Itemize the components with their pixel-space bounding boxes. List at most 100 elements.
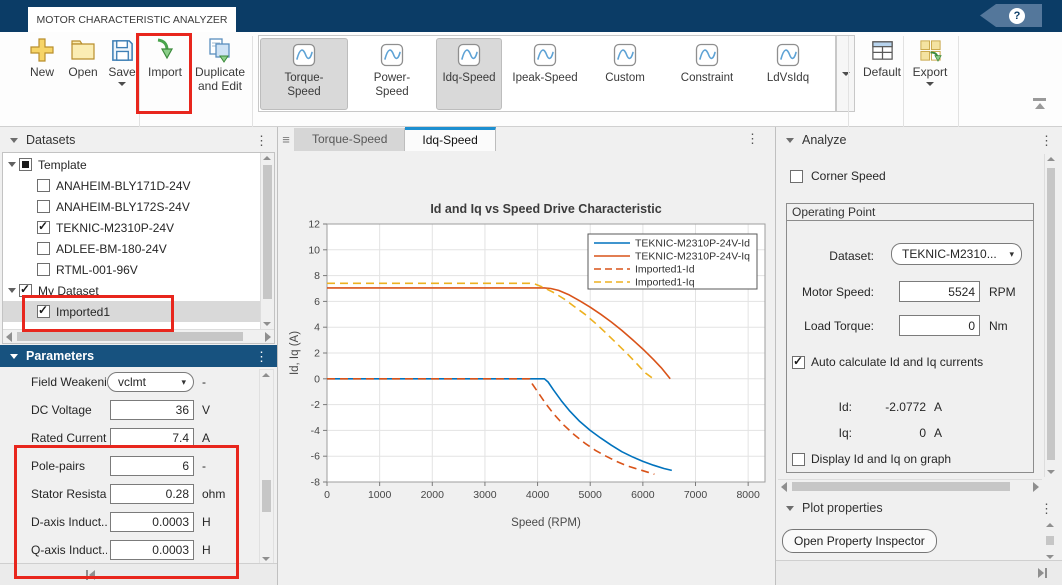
dataset-checkbox-template[interactable] <box>19 158 32 171</box>
collapse-triangle-icon[interactable] <box>10 138 18 143</box>
kebab-menu-icon[interactable]: ⋮ <box>1040 134 1053 147</box>
tree-row-anaheim-bly172s-24v[interactable]: ANAHEIM-BLY172S-24V <box>3 196 261 217</box>
tab-list-icon[interactable]: ≡ <box>278 128 295 151</box>
auto-calculate-checkbox-row[interactable]: Auto calculate Id and Iq currents <box>792 355 983 369</box>
layout-grid-icon <box>870 35 895 63</box>
kebab-menu-icon[interactable]: ⋮ <box>255 134 268 147</box>
datasets-header[interactable]: Datasets ⋮ <box>0 129 277 151</box>
datasets-title: Datasets <box>26 133 255 147</box>
load-torque-label: Load Torque: <box>794 319 874 333</box>
open-property-inspector-button[interactable]: Open Property Inspector <box>782 529 937 553</box>
load-torque-input[interactable]: 0 <box>899 315 980 336</box>
dataset-checkbox-teknic-m2310p-24v[interactable] <box>37 221 50 234</box>
collapse-triangle-icon[interactable] <box>786 506 794 511</box>
dataset-checkbox-imported1[interactable] <box>37 305 50 318</box>
parameter-input-rated-current[interactable]: 7.4 <box>110 428 194 448</box>
analyze-horizontal-scrollbar[interactable] <box>778 479 1042 493</box>
tree-row-teknic-m2310p-24v[interactable]: TEKNIC-M2310P-24V <box>3 217 261 238</box>
new-button[interactable]: New <box>22 35 62 109</box>
plot-properties-header[interactable]: Plot properties ⋮ <box>776 497 1062 519</box>
dataset-label: ANAHEIM-BLY171D-24V <box>56 179 191 193</box>
chart-legend[interactable]: TEKNIC-M2310P-24V-IdTEKNIC-M2310P-24V-Iq… <box>588 234 757 289</box>
display-idq-checkbox[interactable] <box>792 453 805 466</box>
parameter-unit: A <box>202 431 210 445</box>
minimize-toolstrip-icon[interactable] <box>1033 98 1046 109</box>
y-tick-label: 2 <box>314 348 320 360</box>
dataset-checkbox-rtml-001-96v[interactable] <box>37 263 50 276</box>
parameter-input-q-axis-induct[interactable]: 0.0003 <box>110 540 194 560</box>
parameter-unit: ohm <box>202 487 225 501</box>
tree-row-my-dataset[interactable]: My Dataset <box>3 280 261 301</box>
export-button[interactable]: Export <box>908 35 952 109</box>
gallery-button-constraint[interactable]: Constraint <box>664 38 750 110</box>
tree-row-template[interactable]: Template <box>3 154 261 175</box>
dataset-checkbox-anaheim-bly171d-24v[interactable] <box>37 179 50 192</box>
expander-triangle-icon[interactable] <box>8 288 16 293</box>
analyze-vertical-scrollbar[interactable] <box>1044 154 1057 477</box>
dataset-checkbox-adlee-bm-180-24v[interactable] <box>37 242 50 255</box>
tree-row-imported1[interactable]: Imported1 <box>3 301 261 322</box>
display-idq-checkbox-row[interactable]: Display Id and Iq on graph <box>792 452 951 466</box>
tree-row-rtml-001-96v[interactable]: RTML-001-96V <box>3 259 261 280</box>
save-button[interactable]: Save <box>103 35 141 109</box>
parameters-header[interactable]: Parameters ⋮ <box>0 345 277 367</box>
gallery-button-power-speed[interactable]: Power- Speed <box>350 38 434 110</box>
parameter-row-dc-voltage: DC Voltage36V <box>0 400 256 422</box>
gallery-button-torque-speed[interactable]: Torque- Speed <box>260 38 348 110</box>
import-label: Import <box>148 66 182 80</box>
open-button[interactable]: Open <box>63 35 103 109</box>
tree-row-anaheim-bly171d-24v[interactable]: ANAHEIM-BLY171D-24V <box>3 175 261 196</box>
gallery-dropdown-button[interactable] <box>836 35 855 112</box>
corner-speed-checkbox[interactable] <box>790 170 803 183</box>
tree-horizontal-scrollbar[interactable] <box>3 329 274 343</box>
parameter-label: Pole-pairs <box>31 459 107 473</box>
collapse-panel-right-icon[interactable] <box>1038 568 1047 578</box>
gallery-button-ldvsidq[interactable]: LdVsIdq <box>752 38 824 110</box>
analyze-header[interactable]: Analyze ⋮ <box>776 129 1062 151</box>
sine-plot-icon <box>380 43 404 70</box>
figure-tab-idq-speed[interactable]: Idq-Speed <box>405 127 495 151</box>
motor-speed-input[interactable]: 5524 <box>899 281 980 302</box>
figure-tab-torque-speed[interactable]: Torque-Speed <box>295 128 405 151</box>
dataset-dropdown[interactable]: TEKNIC-M2310... ▾ <box>891 243 1022 265</box>
parameter-input-stator-resista[interactable]: 0.28 <box>110 484 194 504</box>
panel-divider[interactable] <box>277 127 278 585</box>
dataset-checkbox-my-dataset[interactable] <box>19 284 32 297</box>
parameter-input-dc-voltage[interactable]: 36 <box>110 400 194 420</box>
save-dropdown-icon[interactable] <box>118 82 126 86</box>
default-layout-button[interactable]: Default <box>858 35 906 109</box>
parameter-input-pole-pairs[interactable]: 6 <box>110 456 194 476</box>
kebab-menu-icon[interactable]: ⋮ <box>1040 502 1053 515</box>
gallery-button-label: Custom <box>601 72 649 86</box>
right-panel: Analyze ⋮ Corner Speed Operating Point D… <box>776 127 1062 585</box>
export-dropdown-icon[interactable] <box>926 82 934 86</box>
duplicate-and-edit-button[interactable]: Duplicate and Edit <box>189 35 251 109</box>
plot-properties-scrollbar[interactable] <box>1044 521 1056 561</box>
toolstrip-tab[interactable]: MOTOR CHARACTERISTIC ANALYZER <box>28 7 236 32</box>
gallery-button-label: LdVsIdq <box>763 72 813 86</box>
load-torque-value: 0 <box>968 319 975 333</box>
x-tick-label: 6000 <box>631 489 655 501</box>
parameter-dropdown-field-weakeni[interactable]: vclmt▾ <box>107 372 194 392</box>
corner-speed-checkbox-row[interactable]: Corner Speed <box>790 169 886 183</box>
x-tick-label: 4000 <box>526 489 550 501</box>
tree-row-adlee-bm-180-24v[interactable]: ADLEE-BM-180-24V <box>3 238 261 259</box>
parameter-input-d-axis-induct[interactable]: 0.0003 <box>110 512 194 532</box>
collapse-triangle-icon[interactable] <box>786 138 794 143</box>
auto-calculate-checkbox[interactable] <box>792 356 805 369</box>
y-tick-label: 8 <box>314 270 320 282</box>
toolstrip-tab-label: MOTOR CHARACTERISTIC ANALYZER <box>37 14 228 26</box>
tree-vertical-scrollbar[interactable] <box>260 153 274 329</box>
dataset-checkbox-anaheim-bly172s-24v[interactable] <box>37 200 50 213</box>
import-button[interactable]: Import <box>143 35 187 109</box>
expander-triangle-icon[interactable] <box>8 162 16 167</box>
gallery-button-ipeak-speed[interactable]: Ipeak-Speed <box>504 38 586 110</box>
kebab-menu-icon[interactable]: ⋮ <box>255 350 268 363</box>
gallery-button-idq-speed[interactable]: Idq-Speed <box>436 38 502 110</box>
kebab-menu-icon[interactable]: ⋮ <box>746 131 759 147</box>
gallery-button-custom[interactable]: Custom <box>588 38 662 110</box>
collapse-panel-left-icon[interactable] <box>86 570 95 580</box>
parameters-vertical-scrollbar[interactable] <box>259 369 274 565</box>
collapse-triangle-icon[interactable] <box>10 354 18 359</box>
panel-divider[interactable] <box>775 127 776 585</box>
